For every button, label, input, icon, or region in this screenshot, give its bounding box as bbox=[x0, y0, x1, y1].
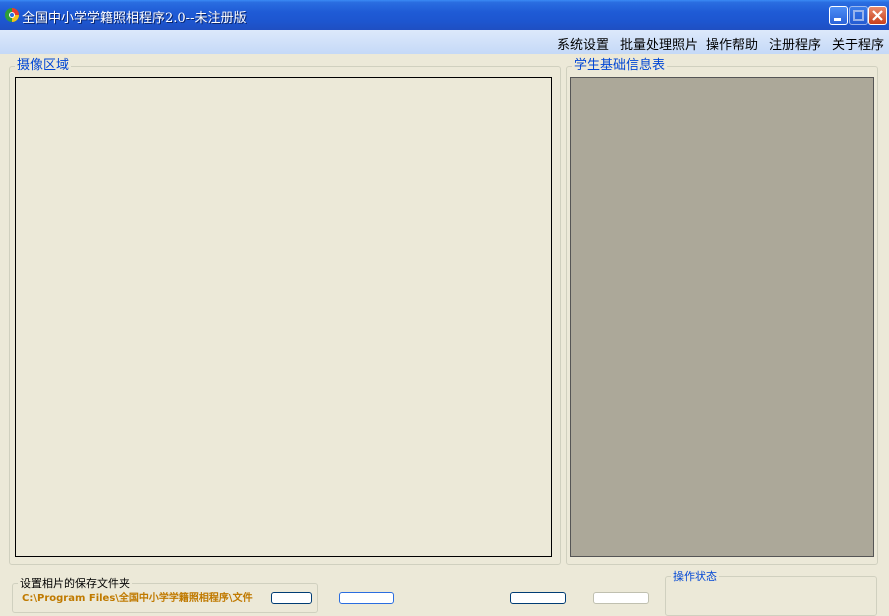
app-icon bbox=[4, 7, 20, 23]
next-button[interactable] bbox=[593, 592, 649, 604]
window-title: 全国中小学学籍照相程序2.0--未注册版 bbox=[22, 11, 247, 26]
minimize-icon bbox=[834, 18, 841, 21]
save-button[interactable] bbox=[510, 592, 566, 604]
maximize-icon bbox=[853, 10, 864, 21]
status-group-title: 操作状态 bbox=[671, 569, 719, 585]
minimize-button[interactable] bbox=[829, 6, 848, 25]
menu-register[interactable]: 注册程序 bbox=[769, 34, 821, 53]
camera-group-title: 摄像区域 bbox=[15, 58, 72, 74]
student-info-table[interactable] bbox=[570, 77, 874, 557]
menu-system-settings[interactable]: 系统设置 bbox=[557, 34, 609, 53]
maximize-button[interactable] bbox=[849, 6, 868, 25]
status-group: 操作状态 bbox=[665, 569, 877, 616]
browse-button[interactable] bbox=[271, 592, 312, 604]
capture-button[interactable] bbox=[339, 592, 394, 604]
menu-bar: 系统设置 批量处理照片 操作帮助 注册程序 关于程序 bbox=[0, 30, 889, 54]
menu-help[interactable]: 操作帮助 bbox=[706, 34, 758, 53]
menu-about[interactable]: 关于程序 bbox=[832, 34, 884, 53]
close-icon bbox=[872, 10, 883, 21]
title-bar[interactable]: 全国中小学学籍照相程序2.0--未注册版 bbox=[0, 0, 889, 30]
menu-batch-process[interactable]: 批量处理照片 bbox=[620, 34, 698, 53]
student-info-title: 学生基础信息表 bbox=[572, 58, 668, 74]
close-button[interactable] bbox=[868, 6, 887, 25]
camera-preview[interactable] bbox=[15, 77, 552, 557]
